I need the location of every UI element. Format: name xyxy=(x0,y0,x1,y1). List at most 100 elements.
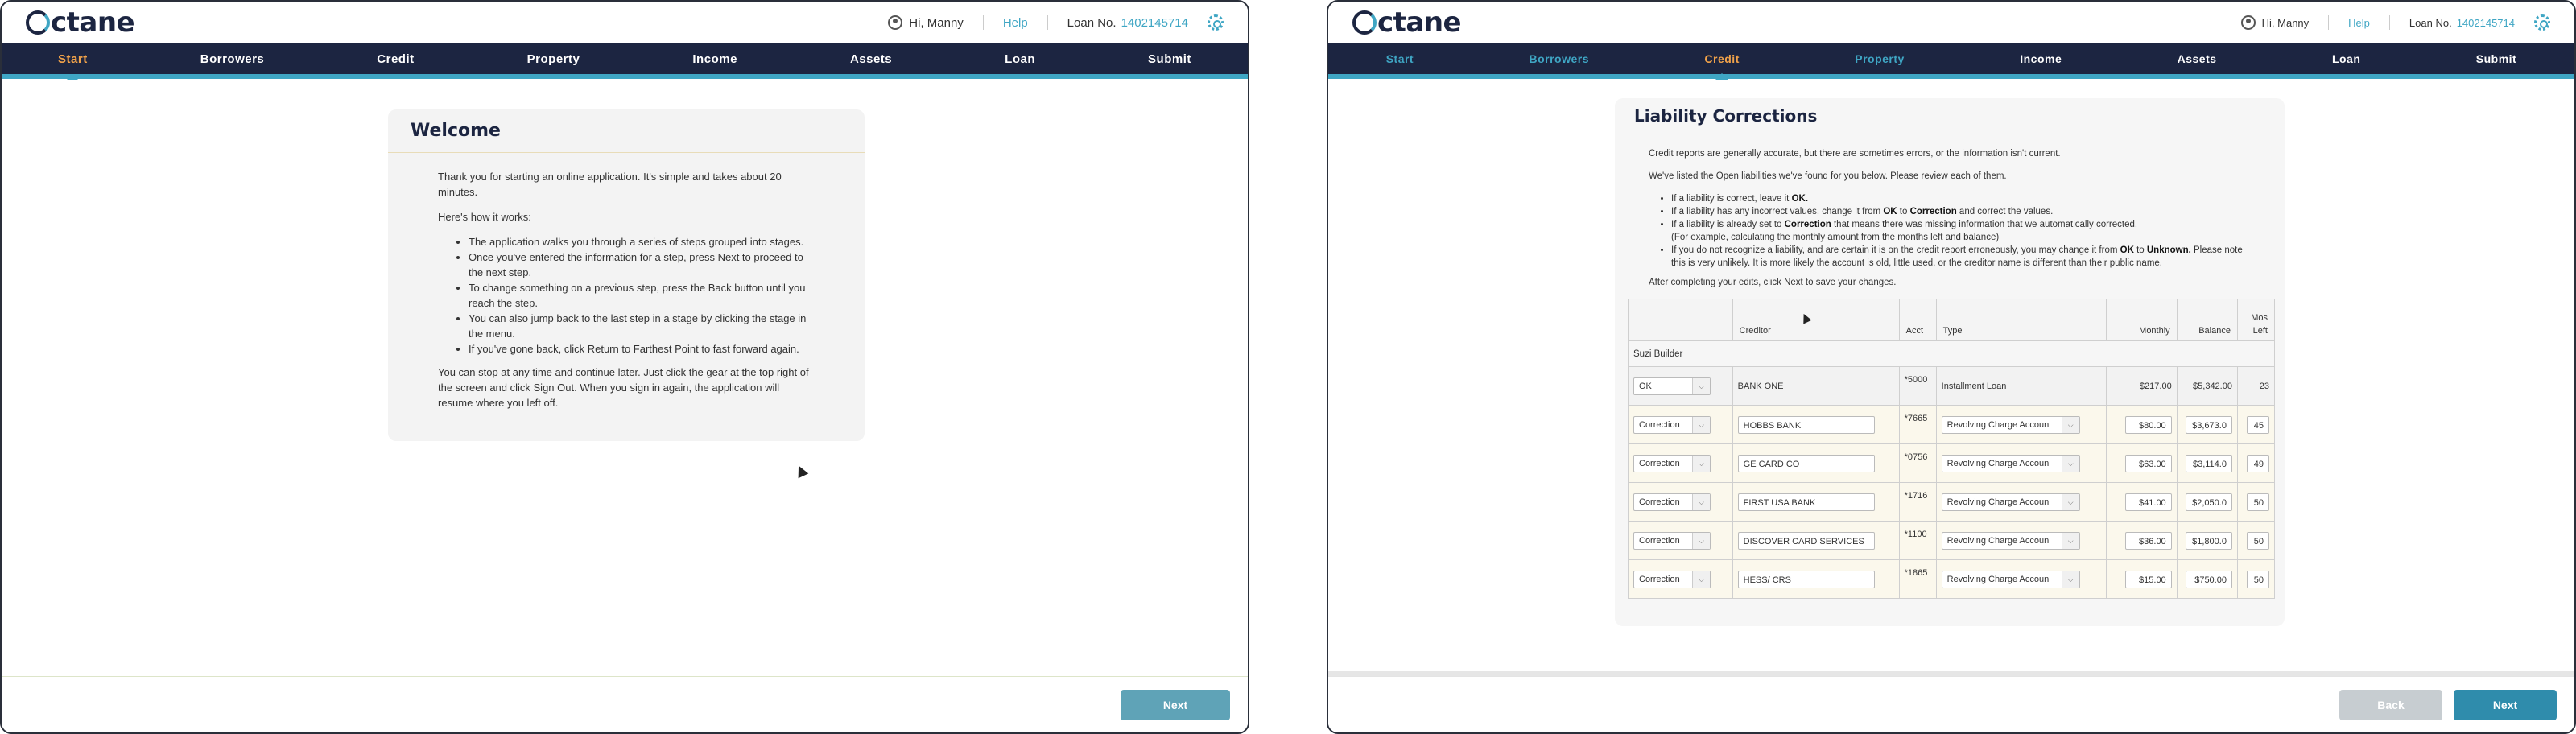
nav-submit[interactable]: Submit xyxy=(2460,52,2533,65)
status-select[interactable]: Correction ⌵ xyxy=(1633,531,1711,550)
next-button[interactable]: Next xyxy=(2454,690,2557,720)
balance-cell: $5,342.00 xyxy=(2176,366,2238,406)
balance-input[interactable]: $1,800.0 xyxy=(2185,531,2232,550)
table-row: OK ⌵ BANK ONE *5000 Installment Loan $217… xyxy=(1628,366,2276,406)
monthly-cell: $63.00 xyxy=(2105,443,2178,483)
type-select[interactable]: Revolving Charge Accoun ⌵ xyxy=(1941,531,2080,550)
balance-cell: $3,114.0 xyxy=(2176,443,2238,483)
help-link[interactable]: Help xyxy=(1003,16,1028,30)
monthly-input[interactable]: $15.00 xyxy=(2124,570,2172,588)
chevron-down-icon: ⌵ xyxy=(1692,493,1710,510)
nav-borrowers[interactable]: Borrowers xyxy=(1513,52,1605,65)
type-header: Type xyxy=(1935,299,2107,341)
nav-assets[interactable]: Assets xyxy=(834,52,908,66)
creditor-input[interactable]: GE CARD CO xyxy=(1737,454,1875,472)
balance-header: Balance xyxy=(2176,299,2238,341)
monthly-header: Monthly xyxy=(2105,299,2178,341)
mos-left-cell: 50 xyxy=(2236,521,2276,560)
loan-number-value: 1402145714 xyxy=(1121,15,1188,30)
intro-text: Credit reports are generally accurate, b… xyxy=(1649,149,2061,159)
octane-logo[interactable]: ctane xyxy=(26,6,135,39)
divider xyxy=(1046,15,1048,30)
nav-income[interactable]: Income xyxy=(2004,52,2078,65)
status-header xyxy=(1628,299,1733,341)
mos-left-input[interactable]: 50 xyxy=(2247,493,2269,511)
creditor-cell: BANK ONE xyxy=(1732,366,1900,406)
mouse-cursor-icon xyxy=(793,463,809,479)
user-menu[interactable]: Hi, Manny xyxy=(2240,15,2309,30)
monthly-cell: $41.00 xyxy=(2105,482,2178,522)
nav-loan[interactable]: Loan xyxy=(989,52,1051,66)
nav-submit[interactable]: Submit xyxy=(1132,52,1208,66)
nav-income[interactable]: Income xyxy=(676,52,753,66)
nav-start[interactable]: Start xyxy=(42,52,104,80)
next-button[interactable]: Next xyxy=(1121,690,1230,720)
list-item: If a liability is correct, leave it OK. xyxy=(1671,192,2251,205)
type-select[interactable]: Revolving Charge Accoun ⌵ xyxy=(1941,415,2080,434)
type-cell: Revolving Charge Accoun ⌵ xyxy=(1935,443,2107,483)
balance-input[interactable]: $3,114.0 xyxy=(2185,454,2232,472)
outro-text: You can stop at any time and continue la… xyxy=(438,366,809,409)
status-cell: Correction ⌵ xyxy=(1628,521,1733,560)
octane-logo[interactable]: ctane xyxy=(1352,6,1462,39)
creditor-cell: HOBBS BANK xyxy=(1732,405,1900,444)
help-link[interactable]: Help xyxy=(2348,17,2370,29)
status-select[interactable]: Correction ⌵ xyxy=(1633,570,1711,588)
nav-credit[interactable]: Credit xyxy=(361,52,430,66)
creditor-input[interactable]: FIRST USA BANK xyxy=(1737,493,1875,511)
mos-left-input[interactable]: 50 xyxy=(2247,570,2269,588)
nav-borrowers[interactable]: Borrowers xyxy=(184,52,281,66)
welcome-text: Thank you for starting an online applica… xyxy=(388,153,865,436)
monthly-input[interactable]: $63.00 xyxy=(2124,454,2172,472)
nav-assets[interactable]: Assets xyxy=(2161,52,2233,65)
list-item: If you do not recognize a liability, and… xyxy=(1671,244,2251,270)
main-content: Liability Corrections Credit reports are… xyxy=(1328,82,2574,671)
balance-input[interactable]: $750.00 xyxy=(2185,570,2232,588)
status-select[interactable]: OK ⌵ xyxy=(1633,377,1711,395)
type-cell: Installment Loan xyxy=(1935,366,2107,406)
monthly-input[interactable]: $41.00 xyxy=(2124,493,2172,511)
header: ctane Hi, Manny Help Loan No. 1402145714 xyxy=(1328,2,2574,43)
gear-icon[interactable] xyxy=(1208,14,1224,31)
status-select[interactable]: Correction ⌵ xyxy=(1633,415,1711,434)
creditor-input[interactable]: HOBBS BANK xyxy=(1737,415,1875,434)
status-select[interactable]: Correction ⌵ xyxy=(1633,454,1711,472)
nav-credit[interactable]: Credit xyxy=(1688,52,1755,80)
status-cell: Correction ⌵ xyxy=(1628,443,1733,483)
balance-input[interactable]: $2,050.0 xyxy=(2185,493,2232,511)
back-button[interactable]: Back xyxy=(2339,690,2442,720)
mos-left-input[interactable]: 45 xyxy=(2247,415,2269,434)
monthly-input[interactable]: $80.00 xyxy=(2124,415,2172,434)
balance-input[interactable]: $3,673.0 xyxy=(2185,415,2232,434)
status-select[interactable]: Correction ⌵ xyxy=(1633,493,1711,511)
mos-left-input[interactable]: 50 xyxy=(2247,531,2269,550)
table-row: Correction ⌵ HOBBS BANK *7665 Revolving C… xyxy=(1628,405,2276,444)
creditor-header: Creditor xyxy=(1732,299,1900,341)
loan-number-value: 1402145714 xyxy=(2456,16,2515,29)
chevron-down-icon: ⌵ xyxy=(2061,493,2079,510)
nav-property[interactable]: Property xyxy=(1839,52,1921,65)
chevron-down-icon: ⌵ xyxy=(2061,416,2079,433)
gear-icon[interactable] xyxy=(2534,14,2550,31)
liability-card: Liability Corrections Credit reports are… xyxy=(1615,98,2285,626)
creditor-input[interactable]: HESS/ CRS xyxy=(1737,570,1875,588)
how-heading: Here's how it works: xyxy=(438,211,531,223)
creditor-input[interactable]: DISCOVER CARD SERVICES xyxy=(1737,531,1875,550)
loan-number: Loan No. 1402145714 xyxy=(2409,17,2515,29)
footer-bar: Back Next xyxy=(1328,676,2574,732)
nav-property[interactable]: Property xyxy=(511,52,597,66)
footer-bar: Next xyxy=(2,676,1248,732)
type-select[interactable]: Revolving Charge Accoun ⌵ xyxy=(1941,454,2080,472)
type-select[interactable]: Revolving Charge Accoun ⌵ xyxy=(1941,570,2080,588)
monthly-cell: $80.00 xyxy=(2105,405,2178,444)
user-menu[interactable]: Hi, Manny xyxy=(888,15,964,30)
monthly-cell: $217.00 xyxy=(2105,366,2178,406)
type-select[interactable]: Revolving Charge Accoun ⌵ xyxy=(1941,493,2080,511)
mos-left-input[interactable]: 49 xyxy=(2247,454,2269,472)
nav-start[interactable]: Start xyxy=(1370,52,1430,65)
monthly-input[interactable]: $36.00 xyxy=(2124,531,2172,550)
list-item: The application walks you through a seri… xyxy=(469,234,815,249)
acct-header: Acct xyxy=(1898,299,1937,341)
nav-loan[interactable]: Loan xyxy=(2316,52,2376,65)
review-text: We've listed the Open liabilities we've … xyxy=(1649,171,2007,181)
